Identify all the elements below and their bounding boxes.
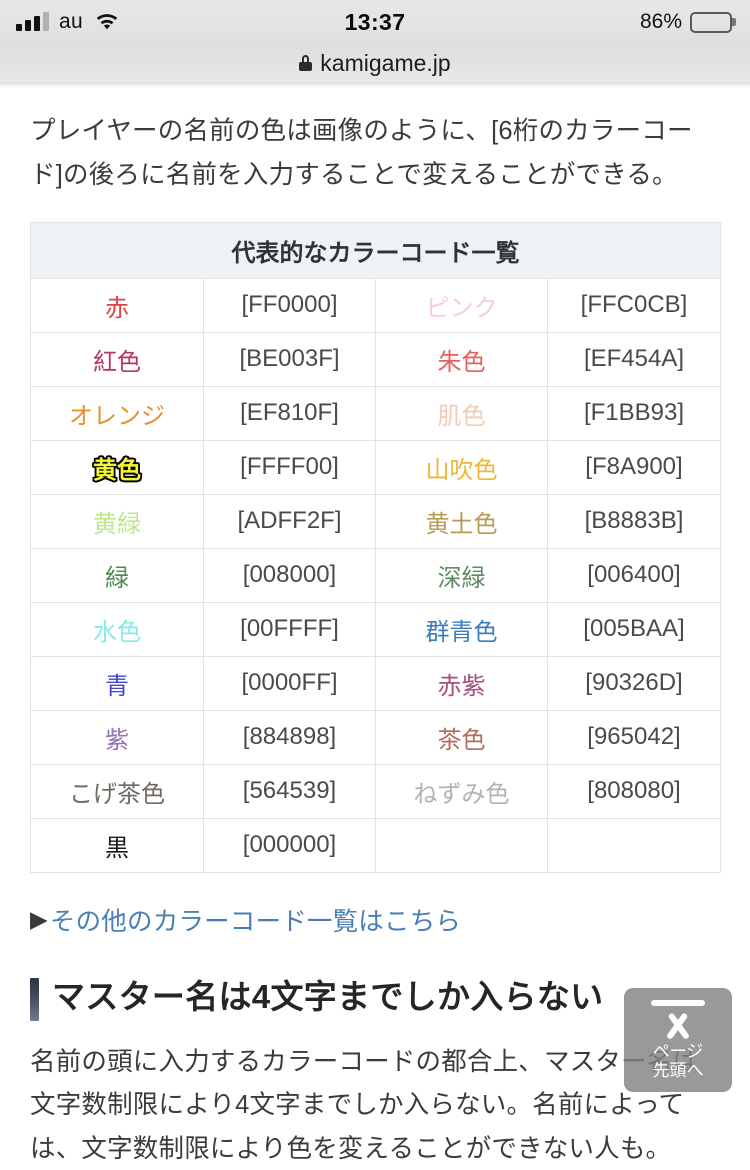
triangle-right-icon: ▶ — [30, 905, 48, 932]
scroll-to-top-label-line2: 先頭へ — [652, 1061, 704, 1080]
color-name-cell: 黄土色 — [375, 493, 548, 549]
color-code-cell: [005BAA] — [547, 601, 721, 657]
color-code-cell: [000000] — [203, 817, 376, 873]
color-name-cell: 茶色 — [375, 709, 548, 765]
signal-icon — [16, 12, 49, 31]
color-name-cell: 赤 — [30, 277, 204, 333]
table-header-row: 代表的なカラーコード一覧 — [30, 221, 721, 279]
chevron-up-icon — [655, 1012, 701, 1038]
color-name-cell: 朱色 — [375, 331, 548, 387]
color-code-cell: [B8883B] — [547, 493, 721, 549]
color-code-cell: [EF810F] — [203, 385, 376, 441]
browser-address-bar[interactable]: kamigame.jp — [0, 44, 750, 82]
scroll-to-top-button[interactable]: ページ 先頭へ — [624, 988, 732, 1092]
color-name-cell: こげ茶色 — [30, 763, 204, 819]
color-code-cell: [BE003F] — [203, 331, 376, 387]
color-code-cell: [FFC0CB] — [547, 277, 721, 333]
color-code-cell: [90326D] — [547, 655, 721, 711]
color-name-cell: 青 — [30, 655, 204, 711]
page-title: マスター名は4文字までしか入らない — [30, 976, 720, 1021]
color-name-cell: 緑 — [30, 547, 204, 603]
color-name-cell: 深緑 — [375, 547, 548, 603]
color-code-cell: [FFFF00] — [203, 439, 376, 495]
carrier-label: au — [59, 10, 83, 33]
scroll-to-top-label: ページ 先頭へ — [653, 1042, 704, 1080]
intro-paragraph: プレイヤーの名前の色は画像のように、[6桁のカラーコード]の後ろに名前を入力する… — [30, 117, 693, 189]
color-name-cell: 肌色 — [375, 385, 548, 441]
color-code-cell: [884898] — [203, 709, 376, 765]
table-row: 黄色 [FFFF00] 山吹色 [F8A900] — [30, 439, 721, 495]
table-row: こげ茶色 [564539] ねずみ色 [808080] — [30, 763, 721, 819]
color-code-table-body: 赤 [FF0000] ピンク [FFC0CB] 紅色 [BE003F] 朱色 [EF454A]… — [30, 277, 721, 873]
color-name-cell: 紅色 — [30, 331, 204, 387]
table-row: 黄緑 [ADFF2F] 黄土色 [B8883B] — [30, 493, 721, 549]
color-name-cell: 紫 — [30, 709, 204, 765]
color-name-cell: 黄緑 — [30, 493, 204, 549]
table-row: オレンジ [EF810F] 肌色 [F1BB93] — [30, 385, 721, 441]
color-code-cell: [564539] — [203, 763, 376, 819]
battery-percent-label: 86% — [639, 10, 682, 33]
color-code-cell: [ADFF2F] — [203, 493, 376, 549]
other-color-codes-link[interactable]: ▶ その他のカラーコード一覧はこちら — [30, 901, 720, 938]
table-row: 黒 [000000] — [30, 817, 721, 873]
url-text: kamigame.jp — [320, 49, 451, 76]
status-bar-left: au — [16, 10, 119, 34]
table-caption: 代表的なカラーコード一覧 — [30, 221, 721, 279]
color-code-cell: [F1BB93] — [547, 385, 721, 441]
top-bar-glyph — [651, 999, 705, 1006]
address-bar-shadow — [0, 82, 750, 88]
color-name-cell: 群青色 — [375, 601, 548, 657]
table-row: 水色 [00FFFF] 群青色 [005BAA] — [30, 601, 721, 657]
color-name-cell: ねずみ色 — [375, 763, 548, 819]
color-code-cell: [006400] — [547, 547, 721, 603]
color-name-cell: ピンク — [375, 277, 548, 333]
color-code-cell: [FF0000] — [203, 277, 376, 333]
status-bar-right: 86% — [640, 10, 732, 34]
color-code-cell: [965042] — [547, 709, 721, 765]
color-code-cell: [008000] — [203, 547, 376, 603]
color-code-table: 代表的なカラーコード一覧 赤 [FF0000] ピンク [FFC0CB] 紅色 [BE00… — [30, 221, 721, 873]
color-name-cell: 水色 — [30, 601, 204, 657]
color-code-cell: [0000FF] — [203, 655, 376, 711]
section-paragraph: 名前の頭に入力するカラーコードの都合上、マスター名は文字数制限により4文字までし… — [30, 1047, 699, 1164]
lock-icon — [299, 55, 313, 71]
status-bar: au 13:37 86% — [0, 0, 750, 44]
color-name-cell: 赤紫 — [375, 655, 548, 711]
color-name-cell: 山吹色 — [375, 439, 548, 495]
table-row: 緑 [008000] 深緑 [006400] — [30, 547, 721, 603]
table-row: 紫 [884898] 茶色 [965042] — [30, 709, 721, 765]
color-code-cell — [547, 817, 721, 873]
color-code-cell: [EF454A] — [547, 331, 721, 387]
other-color-codes-link-label: その他のカラーコード一覧はこちら — [49, 907, 462, 936]
table-row: 赤 [FF0000] ピンク [FFC0CB] — [30, 277, 721, 333]
color-name-cell: 黒 — [30, 817, 204, 873]
table-row: 青 [0000FF] 赤紫 [90326D] — [30, 655, 721, 711]
color-name-cell — [375, 817, 548, 873]
table-row: 紅色 [BE003F] 朱色 [EF454A] — [30, 331, 721, 387]
color-code-cell: [00FFFF] — [203, 601, 376, 657]
color-name-cell: 黄色 — [30, 439, 204, 495]
scroll-to-top-label-line1: ページ — [652, 1041, 704, 1061]
wifi-icon — [95, 13, 119, 31]
color-name-cell: オレンジ — [30, 385, 204, 441]
color-code-cell: [F8A900] — [547, 439, 721, 495]
color-code-cell: [808080] — [547, 763, 721, 819]
battery-icon — [690, 11, 732, 33]
